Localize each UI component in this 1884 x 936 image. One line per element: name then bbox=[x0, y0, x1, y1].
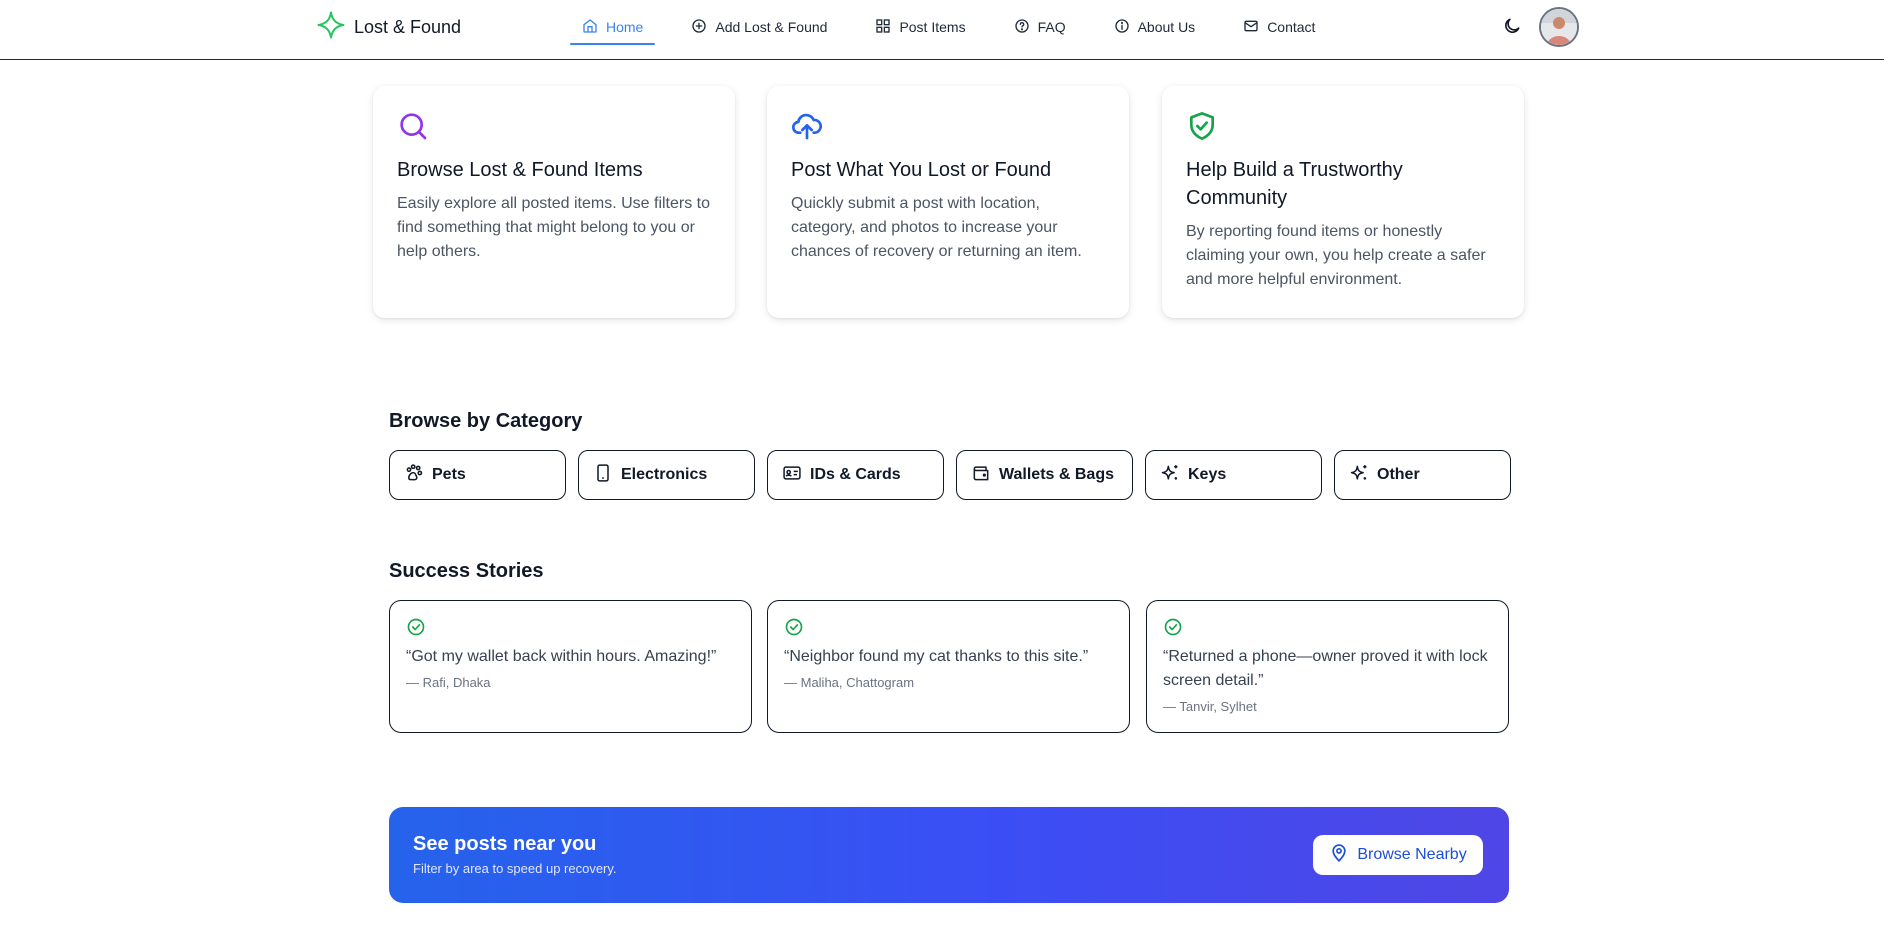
nav-item-home[interactable]: Home bbox=[570, 10, 656, 45]
mail-icon bbox=[1243, 18, 1259, 37]
shield-check-icon bbox=[1186, 110, 1218, 142]
cloud-upload-icon bbox=[791, 110, 823, 142]
home-icon bbox=[582, 18, 598, 37]
feature-card-post: Post What You Lost or Found Quickly subm… bbox=[767, 86, 1129, 318]
sparkles-icon bbox=[1349, 463, 1369, 488]
nav-item-label: Contact bbox=[1267, 19, 1316, 35]
main-nav: Home Add Lost & Found Post Items FAQ Abo… bbox=[570, 10, 1351, 45]
story-quote: “Neighbor found my cat thanks to this si… bbox=[784, 648, 1089, 665]
feature-title: Help Build a Trustworthy Community bbox=[1186, 159, 1403, 209]
help-circle-icon bbox=[1014, 18, 1030, 37]
check-circle-icon bbox=[406, 617, 426, 637]
feature-description: Quickly submit a post with location, cat… bbox=[791, 195, 1082, 260]
nav-item-label: Add Lost & Found bbox=[715, 19, 828, 35]
category-wallets-bags-button[interactable]: Wallets & Bags bbox=[956, 450, 1133, 500]
story-card: “Neighbor found my cat thanks to this si… bbox=[767, 600, 1130, 733]
plus-circle-icon bbox=[691, 18, 707, 37]
smartphone-icon bbox=[593, 463, 613, 488]
feature-card-browse: Browse Lost & Found Items Easily explore… bbox=[373, 86, 735, 318]
wallet-icon bbox=[971, 463, 991, 488]
nav-item-label: Post Items bbox=[899, 19, 966, 35]
check-circle-icon bbox=[1163, 617, 1183, 637]
search-icon bbox=[397, 110, 429, 142]
grid-icon bbox=[875, 18, 891, 37]
story-card: “Returned a phone—owner proved it with l… bbox=[1146, 600, 1509, 733]
nav-item-label: FAQ bbox=[1037, 19, 1066, 35]
stories-section-title: Success Stories bbox=[389, 560, 544, 582]
category-label: Pets bbox=[432, 466, 466, 483]
category-keys-button[interactable]: Keys bbox=[1145, 450, 1322, 500]
banner-subtitle: Filter by area to speed up recovery. bbox=[413, 861, 617, 876]
feature-title: Browse Lost & Found Items bbox=[397, 159, 643, 181]
story-author: — Tanvir, Sylhet bbox=[1163, 699, 1257, 714]
category-section-title: Browse by Category bbox=[389, 410, 583, 432]
story-author: — Maliha, Chattogram bbox=[784, 675, 915, 690]
nav-item-label: Home bbox=[606, 19, 644, 35]
brand-name: Lost & Found bbox=[354, 16, 462, 37]
category-list: Pets Electronics IDs & Cards Wallets & B… bbox=[389, 450, 1511, 500]
nearby-posts-banner: See posts near you Filter by area to spe… bbox=[389, 807, 1509, 903]
category-ids-cards-button[interactable]: IDs & Cards bbox=[767, 450, 944, 500]
feature-description: By reporting found items or honestly cla… bbox=[1186, 223, 1486, 288]
map-pin-icon bbox=[1329, 843, 1349, 868]
banner-title: See posts near you bbox=[413, 833, 597, 855]
category-label: IDs & Cards bbox=[810, 466, 901, 483]
category-label: Keys bbox=[1188, 466, 1227, 483]
story-quote: “Returned a phone—owner proved it with l… bbox=[1163, 648, 1488, 689]
category-other-button[interactable]: Other bbox=[1334, 450, 1511, 500]
story-author: — Rafi, Dhaka bbox=[406, 675, 491, 690]
nav-item-about-us[interactable]: About Us bbox=[1102, 10, 1208, 44]
category-label: Other bbox=[1377, 466, 1420, 483]
category-label: Electronics bbox=[621, 466, 708, 483]
category-label: Wallets & Bags bbox=[999, 466, 1114, 483]
nav-item-label: About Us bbox=[1137, 19, 1196, 35]
category-electronics-button[interactable]: Electronics bbox=[578, 450, 755, 500]
brand-logo-link[interactable]: Lost & Found bbox=[316, 10, 462, 45]
feature-card-community: Help Build a Trustworthy Community By re… bbox=[1162, 86, 1524, 318]
nav-item-add-lost-found[interactable]: Add Lost & Found bbox=[679, 10, 839, 44]
check-circle-icon bbox=[784, 617, 804, 637]
id-card-icon bbox=[782, 463, 802, 488]
top-navbar: Lost & Found Home Add Lost & Found Post … bbox=[0, 0, 1884, 60]
theme-toggle-button[interactable] bbox=[1500, 16, 1524, 40]
nav-item-faq[interactable]: FAQ bbox=[1002, 10, 1078, 44]
info-icon bbox=[1114, 18, 1130, 37]
browse-nearby-label: Browse Nearby bbox=[1357, 846, 1467, 863]
browse-nearby-button[interactable]: Browse Nearby bbox=[1313, 835, 1483, 875]
sparkle-plus-icon bbox=[316, 10, 346, 45]
story-quote: “Got my wallet back within hours. Amazin… bbox=[406, 648, 717, 665]
moon-icon bbox=[1502, 16, 1522, 41]
nav-item-post-items[interactable]: Post Items bbox=[863, 10, 977, 44]
category-pets-button[interactable]: Pets bbox=[389, 450, 566, 500]
story-card: “Got my wallet back within hours. Amazin… bbox=[389, 600, 752, 733]
user-avatar[interactable] bbox=[1539, 7, 1579, 47]
nav-item-contact[interactable]: Contact bbox=[1231, 10, 1327, 44]
feature-title: Post What You Lost or Found bbox=[791, 159, 1052, 181]
feature-description: Easily explore all posted items. Use fil… bbox=[397, 195, 711, 260]
paw-icon bbox=[404, 463, 424, 488]
sparkles-icon bbox=[1160, 463, 1180, 488]
